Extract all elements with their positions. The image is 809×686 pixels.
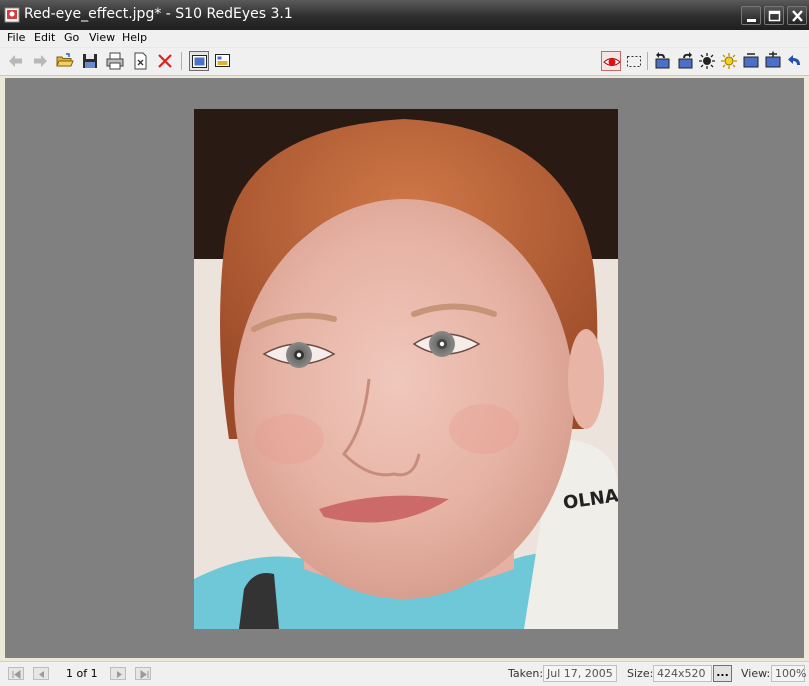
next-page-button[interactable]: [110, 667, 126, 680]
app-icon: [4, 7, 20, 23]
print-button[interactable]: [105, 51, 125, 71]
contrast-decrease-button[interactable]: [741, 51, 761, 71]
save-button[interactable]: [80, 51, 100, 71]
taken-value: Jul 17, 2005: [543, 665, 617, 682]
thumbnail-view-button[interactable]: [213, 51, 233, 71]
forward-button[interactable]: [30, 51, 50, 71]
portrait-image: OLNA: [194, 109, 618, 629]
menu-go[interactable]: Go: [64, 31, 79, 44]
window-title: Red-eye_effect.jpg* - S10 RedEyes 3.1: [24, 6, 293, 22]
fit-window-button[interactable]: [189, 51, 209, 71]
rotate-left-icon: [655, 52, 670, 69]
zoom-value: 100%: [771, 665, 806, 682]
close-file-icon: [134, 52, 147, 70]
rotate-right-button[interactable]: [675, 51, 695, 71]
maximize-button[interactable]: [764, 6, 784, 25]
close-file-button[interactable]: [130, 51, 150, 71]
rotate-right-icon: [678, 52, 693, 69]
rotate-left-button[interactable]: [653, 51, 673, 71]
thumbnail-view-icon: [215, 54, 230, 67]
first-page-button[interactable]: [8, 667, 24, 680]
undo-button[interactable]: [785, 51, 805, 71]
title-bar: Red-eye_effect.jpg* - S10 RedEyes 3.1: [0, 0, 809, 30]
open-button[interactable]: [55, 51, 75, 71]
red-eye-tool-icon: [603, 58, 621, 66]
brightness-decrease-button[interactable]: [697, 51, 717, 71]
contrast-increase-icon: [765, 51, 781, 68]
brightness-decrease-icon: [699, 53, 715, 69]
back-arrow-icon: [9, 55, 22, 67]
taken-label: Taken:: [508, 667, 544, 680]
status-bar: 1 of 1 Taken: Jul 17, 2005 Size: 424x520…: [0, 661, 809, 686]
image-viewer[interactable]: OLNA: [5, 78, 804, 658]
brightness-increase-icon: [721, 53, 737, 69]
close-icon: [792, 10, 803, 22]
forward-arrow-icon: [34, 55, 47, 67]
save-icon: [83, 54, 97, 68]
undo-icon: [788, 55, 800, 65]
menu-bar: File Edit Go View Help: [0, 30, 809, 47]
red-eye-tool-button[interactable]: [601, 51, 621, 71]
size-label: Size:: [627, 667, 654, 680]
photo[interactable]: OLNA: [194, 109, 618, 629]
delete-button[interactable]: [155, 51, 175, 71]
fit-window-icon: [192, 55, 207, 68]
previous-page-button[interactable]: [33, 667, 49, 680]
select-rectangle-icon: [627, 56, 641, 67]
first-page-icon: [12, 670, 21, 679]
last-page-icon: [140, 670, 149, 679]
previous-page-icon: [39, 671, 44, 678]
contrast-increase-button[interactable]: [763, 51, 783, 71]
menu-view[interactable]: View: [89, 31, 115, 44]
toolbar-separator: [647, 52, 648, 70]
more-info-button[interactable]: ...: [713, 665, 732, 682]
toolbar-separator: [181, 52, 182, 70]
size-value: 424x520: [653, 665, 712, 682]
delete-icon: [158, 54, 172, 68]
select-rectangle-button[interactable]: [624, 51, 644, 71]
menu-edit[interactable]: Edit: [34, 31, 55, 44]
menu-file[interactable]: File: [7, 31, 25, 44]
maximize-icon: [768, 10, 781, 22]
brightness-increase-button[interactable]: [719, 51, 739, 71]
back-button[interactable]: [6, 51, 26, 71]
menu-help[interactable]: Help: [122, 31, 147, 44]
contrast-decrease-icon: [743, 53, 759, 68]
close-button[interactable]: [787, 6, 807, 25]
open-folder-icon: [56, 53, 74, 67]
toolbar: [0, 48, 809, 76]
next-page-icon: [117, 671, 122, 678]
last-page-button[interactable]: [135, 667, 151, 680]
minimize-icon: [747, 19, 756, 22]
view-label: View:: [741, 667, 771, 680]
print-icon: [106, 52, 124, 70]
minimize-button[interactable]: [741, 6, 761, 25]
page-indicator: 1 of 1: [66, 667, 98, 680]
